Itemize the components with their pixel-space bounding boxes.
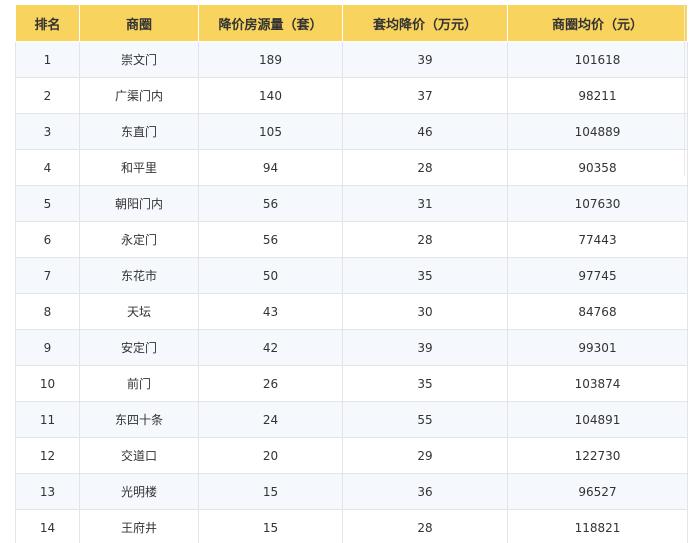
cell-district: 东直门 [79,113,199,150]
cell-district: 交道口 [79,437,199,474]
cell-reduced-listings: 140 [198,77,343,114]
ranking-table: 排名 商圈 降价房源量（套） 套均降价（万元） 商圈均价（元） 1 崇文门 189 3… [15,4,688,543]
cell-avg-reduction: 28 [342,221,508,258]
table-row: 1 崇文门 189 39 101618 [15,41,688,78]
cell-avg-price: 107630 [507,185,688,222]
cell-rank: 4 [15,149,80,186]
cell-avg-reduction: 28 [342,509,508,543]
cell-avg-reduction: 39 [342,41,508,78]
table-row: 9 安定门 42 39 99301 [15,329,688,366]
cell-avg-reduction: 55 [342,401,508,438]
cell-rank: 3 [15,113,80,150]
cell-district: 东四十条 [79,401,199,438]
cell-district: 朝阳门内 [79,185,199,222]
header-district: 商圈 [79,4,199,42]
table-row: 7 东花市 50 35 97745 [15,257,688,294]
cell-rank: 14 [15,509,80,543]
cell-avg-price: 104891 [507,401,688,438]
header-avg-reduction: 套均降价（万元） [342,4,508,42]
cell-reduced-listings: 24 [198,401,343,438]
table-body: 1 崇文门 189 39 101618 2 广渠门内 140 37 98211 3 东直门 105 46 1… [15,41,688,543]
cell-district: 永定门 [79,221,199,258]
cell-rank: 2 [15,77,80,114]
table-row: 6 永定门 56 28 77443 [15,221,688,258]
table-row: 10 前门 26 35 103874 [15,365,688,402]
cell-reduced-listings: 189 [198,41,343,78]
cell-rank: 6 [15,221,80,258]
cell-rank: 10 [15,365,80,402]
cell-avg-price: 97745 [507,257,688,294]
cell-avg-price: 103874 [507,365,688,402]
cell-avg-price: 101618 [507,41,688,78]
cell-avg-reduction: 35 [342,257,508,294]
cell-avg-reduction: 37 [342,77,508,114]
cell-district: 崇文门 [79,41,199,78]
cell-rank: 5 [15,185,80,222]
cell-avg-reduction: 31 [342,185,508,222]
cell-avg-price: 122730 [507,437,688,474]
table-row: 11 东四十条 24 55 104891 [15,401,688,438]
header-reduced-listings: 降价房源量（套） [198,4,343,42]
cell-avg-price: 84768 [507,293,688,330]
cell-avg-price: 118821 [507,509,688,543]
cell-rank: 12 [15,437,80,474]
cell-avg-price: 96527 [507,473,688,510]
cell-avg-reduction: 39 [342,329,508,366]
cell-district: 天坛 [79,293,199,330]
cell-reduced-listings: 56 [198,221,343,258]
header-avg-price: 商圈均价（元） [507,4,688,42]
cell-reduced-listings: 43 [198,293,343,330]
cell-avg-price: 104889 [507,113,688,150]
cell-avg-price: 99301 [507,329,688,366]
cell-avg-price: 98211 [507,77,688,114]
cell-district: 前门 [79,365,199,402]
header-rank: 排名 [15,4,80,42]
cell-rank: 11 [15,401,80,438]
table-row: 3 东直门 105 46 104889 [15,113,688,150]
ranking-table-container: 排名 商圈 降价房源量（套） 套均降价（万元） 商圈均价（元） 1 崇文门 189 3… [15,4,688,543]
header-row: 排名 商圈 降价房源量（套） 套均降价（万元） 商圈均价（元） [15,4,688,42]
cell-district: 和平里 [79,149,199,186]
cell-reduced-listings: 15 [198,473,343,510]
table-header: 排名 商圈 降价房源量（套） 套均降价（万元） 商圈均价（元） [15,4,688,42]
cell-reduced-listings: 50 [198,257,343,294]
cell-district: 光明楼 [79,473,199,510]
cell-rank: 1 [15,41,80,78]
cell-district: 东花市 [79,257,199,294]
cell-rank: 13 [15,473,80,510]
cell-reduced-listings: 56 [198,185,343,222]
cell-reduced-listings: 15 [198,509,343,543]
cell-avg-reduction: 29 [342,437,508,474]
table-row: 5 朝阳门内 56 31 107630 [15,185,688,222]
table-row: 8 天坛 43 30 84768 [15,293,688,330]
table-row: 12 交道口 20 29 122730 [15,437,688,474]
cell-district: 广渠门内 [79,77,199,114]
cell-rank: 9 [15,329,80,366]
cell-reduced-listings: 20 [198,437,343,474]
cell-avg-reduction: 36 [342,473,508,510]
cell-rank: 7 [15,257,80,294]
cell-rank: 8 [15,293,80,330]
cell-avg-reduction: 46 [342,113,508,150]
table-row: 2 广渠门内 140 37 98211 [15,77,688,114]
table-row: 4 和平里 94 28 90358 [15,149,688,186]
table-row: 13 光明楼 15 36 96527 [15,473,688,510]
cell-district: 安定门 [79,329,199,366]
cell-avg-price: 90358 [507,149,688,186]
table-row: 14 王府井 15 28 118821 [15,509,688,543]
cell-avg-reduction: 30 [342,293,508,330]
scroll-edge-divider [684,4,685,176]
cell-avg-reduction: 28 [342,149,508,186]
cell-avg-reduction: 35 [342,365,508,402]
cell-district: 王府井 [79,509,199,543]
cell-avg-price: 77443 [507,221,688,258]
cell-reduced-listings: 94 [198,149,343,186]
cell-reduced-listings: 26 [198,365,343,402]
cell-reduced-listings: 42 [198,329,343,366]
cell-reduced-listings: 105 [198,113,343,150]
